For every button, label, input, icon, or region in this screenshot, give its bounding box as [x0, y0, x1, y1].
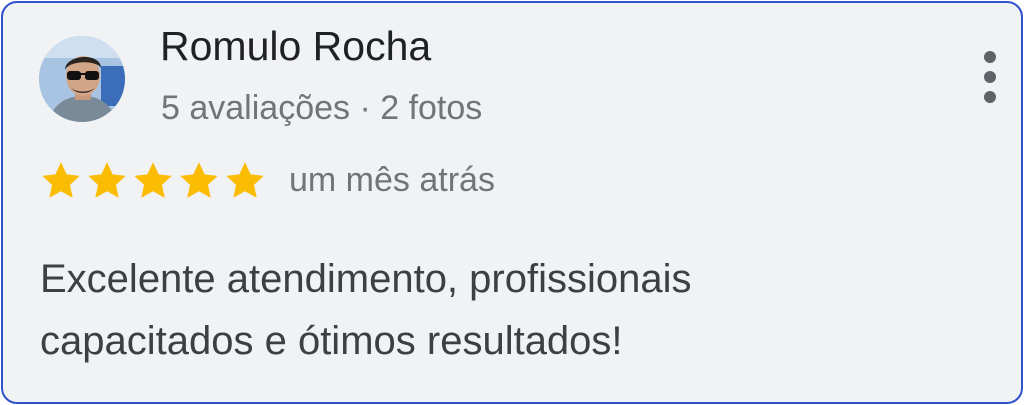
star-icon	[88, 162, 126, 198]
more-options-button[interactable]	[975, 51, 1005, 107]
review-text-line: Excelente atendimento, profissionais	[40, 257, 692, 301]
menu-dot	[984, 91, 996, 103]
more-vertical-icon	[984, 51, 996, 63]
review-date: um mês atrás	[289, 161, 495, 199]
star-icon	[42, 162, 80, 198]
star-icon	[180, 162, 218, 198]
reviewer-stats: 5 avaliações · 2 fotos	[161, 89, 483, 127]
avatar[interactable]	[39, 36, 125, 122]
review-text-line: capacitados e ótimos resultados!	[40, 319, 623, 363]
reviewer-name[interactable]: Romulo Rocha	[160, 23, 431, 70]
star-icon	[226, 162, 264, 198]
avatar-photo	[39, 36, 125, 122]
review-text: Excelente atendimento, profissionais cap…	[40, 248, 960, 372]
menu-dot	[984, 71, 996, 83]
review-card: Romulo Rocha 5 avaliações · 2 fotos um m…	[1, 1, 1023, 404]
star-icon	[134, 162, 172, 198]
